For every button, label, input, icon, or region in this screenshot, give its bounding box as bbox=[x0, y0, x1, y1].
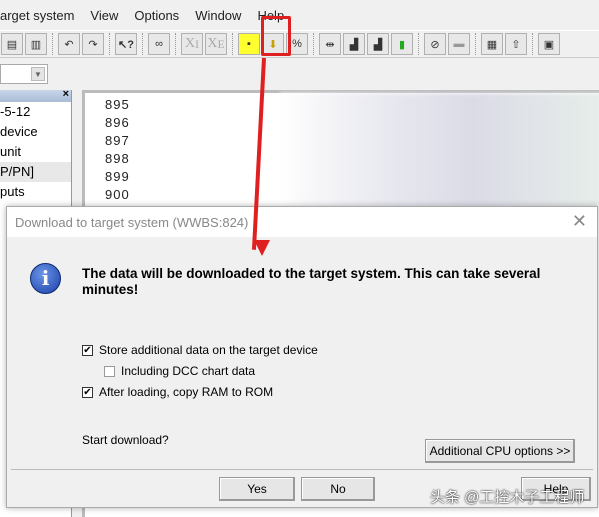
menu-bar: arget system View Options Window Help bbox=[0, 6, 292, 26]
checkbox-label: Including DCC chart data bbox=[121, 364, 256, 378]
tree-item[interactable]: unit bbox=[0, 142, 71, 162]
tree-item[interactable]: -5-12 bbox=[0, 102, 71, 122]
xe-icon[interactable]: XE bbox=[205, 33, 227, 55]
link-icon[interactable]: ∞ bbox=[148, 33, 170, 55]
network-icon[interactable]: ▪ bbox=[238, 33, 260, 55]
blurred-code bbox=[280, 93, 599, 208]
watermark: 头条 @工控木子工程师 bbox=[430, 489, 585, 506]
chevron-down-icon[interactable]: ▼ bbox=[31, 67, 45, 81]
module-icon[interactable]: ▮ bbox=[391, 33, 413, 55]
start-download-question: Start download? bbox=[82, 433, 169, 447]
line-number: 898 bbox=[105, 151, 130, 166]
dcc-chart-checkbox[interactable]: Including DCC chart data bbox=[104, 364, 255, 378]
export-icon[interactable]: ⇧ bbox=[505, 33, 527, 55]
close-icon[interactable]: × bbox=[63, 88, 69, 100]
menu-target-system[interactable]: arget system bbox=[0, 6, 82, 26]
tree-item[interactable]: device bbox=[0, 122, 71, 142]
copy-icon[interactable]: ▤ bbox=[1, 33, 23, 55]
no-button[interactable]: No bbox=[301, 477, 375, 501]
help-icon[interactable]: ↖? bbox=[115, 33, 137, 55]
menu-window[interactable]: Window bbox=[187, 6, 249, 26]
additional-cpu-options-button[interactable]: Additional CPU options >> bbox=[425, 439, 575, 463]
menu-view[interactable]: View bbox=[82, 6, 126, 26]
tree-item[interactable]: puts bbox=[0, 182, 71, 202]
config-icon[interactable]: ▦ bbox=[481, 33, 503, 55]
red-arrowhead bbox=[254, 240, 270, 256]
copy-ram-rom-checkbox[interactable]: ✔ After loading, copy RAM to ROM bbox=[82, 385, 273, 399]
disabled-icon[interactable]: ▬ bbox=[448, 33, 470, 55]
load-icon[interactable]: ▟ bbox=[343, 33, 365, 55]
undo-icon[interactable]: ↶ bbox=[58, 33, 80, 55]
menu-options[interactable]: Options bbox=[126, 6, 187, 26]
line-number: 897 bbox=[105, 133, 130, 148]
line-number: 895 bbox=[105, 97, 130, 112]
redo-icon[interactable]: ↷ bbox=[82, 33, 104, 55]
dialog-message: The data will be downloaded to the targe… bbox=[82, 266, 541, 297]
xi-icon[interactable]: XI bbox=[181, 33, 203, 55]
paste-icon[interactable]: ▥ bbox=[25, 33, 47, 55]
info-icon: i bbox=[30, 263, 61, 294]
selector-combo[interactable]: ▼ bbox=[0, 64, 48, 84]
upload-icon[interactable]: ▟ bbox=[367, 33, 389, 55]
line-number: 900 bbox=[105, 187, 130, 202]
highlight-box bbox=[261, 16, 291, 56]
store-data-checkbox[interactable]: ✔ Store additional data on the target dev… bbox=[82, 343, 318, 357]
split-icon[interactable]: ⇹ bbox=[319, 33, 341, 55]
diagnose-icon[interactable]: ⊘ bbox=[424, 33, 446, 55]
yes-button[interactable]: Yes bbox=[219, 477, 295, 501]
checkbox-label: Store additional data on the target devi… bbox=[99, 343, 318, 357]
monitor-icon[interactable]: ▣ bbox=[538, 33, 560, 55]
tree-item[interactable]: P/PN] bbox=[0, 162, 71, 182]
download-dialog: Download to target system (WWBS:824) ✕ i … bbox=[6, 206, 598, 508]
close-icon[interactable]: ✕ bbox=[572, 211, 587, 232]
line-number: 899 bbox=[105, 169, 130, 184]
checkbox-label: After loading, copy RAM to ROM bbox=[99, 385, 274, 399]
line-number: 896 bbox=[105, 115, 130, 130]
dialog-title: Download to target system (WWBS:824) bbox=[15, 215, 249, 230]
toolbar: ▤ ▥ ↶ ↷ ↖? ∞ XI XE ▪ ⬇ % ⇹ ▟ ▟ ▮ ⊘ ▬ ▦ ⇧… bbox=[0, 30, 599, 58]
